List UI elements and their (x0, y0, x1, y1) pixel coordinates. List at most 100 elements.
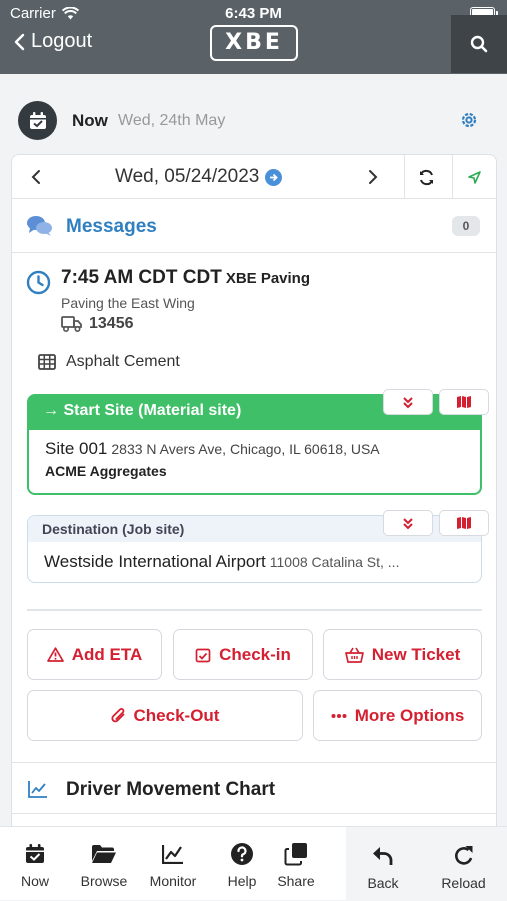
tab-share[interactable]: Share (272, 827, 320, 901)
start-site-address-line: Site 001 2833 N Avers Ave, Chicago, IL 60… (29, 430, 480, 459)
truck-icon (61, 316, 82, 332)
tab-back[interactable]: Back (346, 827, 420, 901)
selected-date-label: Wed, 05/24/2023 (115, 166, 260, 187)
driver-movement-chart-label: Driver Movement Chart (66, 779, 276, 800)
location-arrow-icon (468, 170, 481, 184)
truck-number: 13456 (61, 315, 134, 333)
double-chevron-down-icon (403, 396, 413, 408)
messages-count-badge: 0 (452, 216, 480, 236)
material-label: Asphalt Cement (66, 353, 180, 370)
reload-icon (454, 846, 472, 865)
destination-address-line: Westside International Airport 11008 Cata… (28, 542, 481, 572)
chevron-right-icon (369, 170, 378, 184)
new-ticket-label: New Ticket (371, 644, 461, 664)
start-site-name: Site 001 (45, 439, 108, 458)
status-time: 6:43 PM (225, 5, 282, 22)
job-card: Wed, 05/24/2023 Messages 0 7:45 AM CDT C… (11, 154, 497, 844)
search-button[interactable] (451, 15, 507, 73)
more-options-label: More Options (354, 705, 465, 725)
tab-now[interactable]: Now (10, 827, 60, 901)
destination-name: Westside International Airport (44, 552, 266, 571)
job-company: XBE Paving (225, 270, 311, 287)
location-button[interactable] (452, 155, 496, 199)
tab-help[interactable]: Help (219, 827, 265, 901)
destination-map-button[interactable] (439, 510, 489, 536)
add-eta-button[interactable]: Add ETA (27, 629, 162, 680)
start-site-company: ACME Aggregates (45, 463, 167, 479)
arrow-right-icon: → (43, 402, 59, 419)
undo-icon (373, 847, 393, 865)
calendar-badge[interactable] (18, 101, 57, 140)
add-eta-label: Add ETA (71, 644, 143, 664)
tab-now-label: Now (20, 873, 49, 889)
bottom-tab-bar: Now Browse Monitor Help Share Back Reloa… (0, 826, 507, 901)
logout-button[interactable]: Logout (14, 30, 92, 53)
map-icon (457, 396, 471, 408)
ellipsis-icon (331, 713, 347, 718)
clock-icon (26, 270, 51, 295)
folder-icon (92, 845, 116, 863)
top-bar: Carrier 6:43 PM Logout XBE (0, 0, 507, 74)
messages-row[interactable]: Messages 0 (12, 199, 496, 253)
tab-back-label: Back (367, 875, 399, 891)
tab-reload[interactable]: Reload (420, 827, 507, 901)
logout-label: Logout (31, 30, 93, 52)
chevron-left-icon (14, 33, 25, 50)
more-options-button[interactable]: More Options (313, 690, 482, 741)
selected-date[interactable]: Wed, 05/24/2023 (115, 166, 283, 188)
warning-icon (46, 647, 64, 662)
share-icon (284, 843, 307, 866)
table-grid-icon (38, 354, 56, 370)
check-out-label: Check-Out (133, 705, 220, 725)
job-time-label: 7:45 AM CDT CDT (61, 267, 222, 288)
date-header: Now Wed, 24th May (0, 90, 507, 152)
tab-browse-label: Browse (80, 873, 128, 889)
calendar-check-icon (29, 111, 46, 129)
double-chevron-down-icon (403, 517, 413, 529)
arrow-right-circle-icon (265, 168, 283, 186)
chevron-left-icon (31, 170, 40, 184)
job-time: 7:45 AM CDT CDT XBE Paving (61, 267, 310, 289)
messages-label: Messages (66, 216, 157, 237)
xbe-logo: XBE (210, 25, 298, 61)
driver-movement-chart-header[interactable]: Driver Movement Chart (12, 762, 496, 814)
chart-line-icon (28, 781, 47, 798)
new-ticket-button[interactable]: New Ticket (323, 629, 482, 680)
settings-button[interactable] (459, 110, 479, 135)
check-in-label: Check-in (219, 644, 291, 664)
tab-browse[interactable]: Browse (74, 827, 134, 901)
search-icon (470, 35, 488, 53)
help-icon (231, 843, 253, 865)
destination-expand-button[interactable] (383, 510, 433, 536)
refresh-button[interactable] (404, 155, 448, 199)
check-out-button[interactable]: Check-Out (27, 690, 303, 741)
next-day-button[interactable] (367, 167, 379, 192)
destination-address: 11008 Catalina St, ... (269, 554, 400, 570)
map-icon (457, 517, 471, 529)
start-site-map-button[interactable] (439, 389, 489, 415)
job-description: Paving the East Wing (61, 295, 195, 311)
start-site-expand-button[interactable] (383, 389, 433, 415)
start-site-title: Start Site (Material site) (63, 402, 242, 419)
check-in-button[interactable]: Check-in (173, 629, 313, 680)
material-row: Asphalt Cement (38, 353, 180, 371)
tab-share-label: Share (277, 873, 315, 889)
comments-icon (27, 216, 52, 236)
calendar-check-icon (26, 844, 44, 863)
truck-number-label: 13456 (89, 315, 134, 332)
calendar-check-icon (195, 648, 211, 662)
gear-icon (461, 112, 477, 128)
section-divider (27, 609, 482, 611)
now-label: Now (72, 111, 108, 130)
now-date: Wed, 24th May (118, 112, 226, 129)
tab-help-label: Help (227, 873, 257, 889)
start-site-address: 2833 N Avers Ave, Chicago, IL 60618, USA (111, 441, 380, 457)
paperclip-icon (110, 708, 124, 723)
previous-day-button[interactable] (30, 167, 42, 192)
tab-reload-label: Reload (441, 875, 486, 891)
tab-monitor-label: Monitor (149, 873, 197, 889)
tab-monitor[interactable]: Monitor (143, 827, 203, 901)
chart-line-icon (162, 845, 183, 864)
refresh-icon (420, 169, 433, 185)
date-navigator: Wed, 05/24/2023 (12, 155, 496, 199)
